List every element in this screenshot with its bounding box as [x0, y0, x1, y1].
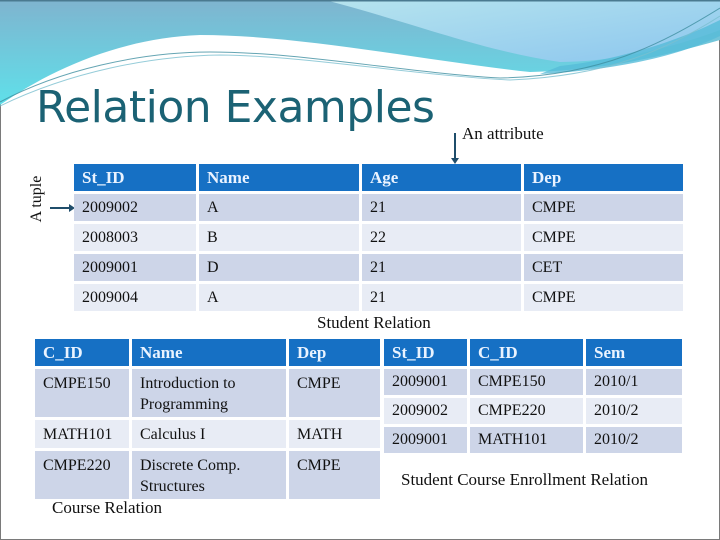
table-cell: Calculus I — [132, 420, 286, 448]
table-cell: CMPE150 — [470, 369, 583, 395]
table-header-row: St_ID Name Age Dep — [74, 164, 683, 191]
table-row: CMPE220 Discrete Comp. Structures CMPE — [35, 451, 380, 499]
enrollment-relation-table: St_ID C_ID Sem 2009001 CMPE150 2010/1 20… — [381, 336, 685, 456]
table-row: 2009001 CMPE150 2010/1 — [384, 369, 682, 395]
column-header: Sem — [586, 339, 682, 366]
table-cell: 2009001 — [384, 427, 467, 453]
table-header-row: St_ID C_ID Sem — [384, 339, 682, 366]
table-cell: D — [199, 254, 359, 281]
table-cell: CMPE — [524, 224, 683, 251]
table-cell: CMPE — [524, 194, 683, 221]
table-cell: A — [199, 194, 359, 221]
column-header: Dep — [289, 339, 380, 366]
table-cell: 2009004 — [74, 284, 196, 311]
table-row: MATH101 Calculus I MATH — [35, 420, 380, 448]
table-row: 2009001 MATH101 2010/2 — [384, 427, 682, 453]
table-cell: CET — [524, 254, 683, 281]
attribute-annotation: An attribute — [462, 124, 544, 143]
slide-title: Relation Examples — [36, 82, 435, 133]
course-relation-table: C_ID Name Dep CMPE150 Introduction to Pr… — [32, 336, 383, 502]
table-cell: 2009001 — [384, 369, 467, 395]
course-relation-caption: Course Relation — [52, 498, 163, 517]
tuple-annotation: A tuple — [28, 175, 45, 223]
table-row: 2008003 B 22 CMPE — [74, 224, 683, 251]
column-header: St_ID — [74, 164, 196, 191]
table-row: 2009001 D 21 CET — [74, 254, 683, 281]
table-cell: CMPE220 — [470, 398, 583, 424]
table-cell: 2009002 — [74, 194, 196, 221]
table-row: CMPE150 Introduction to Programming CMPE — [35, 369, 380, 417]
table-cell: CMPE220 — [35, 451, 129, 499]
attribute-arrow-icon — [451, 133, 459, 164]
table-cell: A — [199, 284, 359, 311]
table-row: 2009002 A 21 CMPE — [74, 194, 683, 221]
table-cell: CMPE — [524, 284, 683, 311]
table-cell: 2010/2 — [586, 427, 682, 453]
table-cell: CMPE150 — [35, 369, 129, 417]
table-cell: Introduction to Programming — [132, 369, 286, 417]
table-cell: 2010/2 — [586, 398, 682, 424]
table-cell: 2008003 — [74, 224, 196, 251]
column-header: St_ID — [384, 339, 467, 366]
tuple-arrow-icon — [50, 204, 75, 212]
table-cell: 21 — [362, 194, 521, 221]
table-cell: B — [199, 224, 359, 251]
student-relation-table: St_ID Name Age Dep 2009002 A 21 CMPE 200… — [71, 161, 686, 314]
column-header: Dep — [524, 164, 683, 191]
table-row: 2009002 CMPE220 2010/2 — [384, 398, 682, 424]
table-header-row: C_ID Name Dep — [35, 339, 380, 366]
table-cell: Discrete Comp. Structures — [132, 451, 286, 499]
table-cell: 21 — [362, 254, 521, 281]
table-cell: 2010/1 — [586, 369, 682, 395]
enrollment-relation-caption: Student Course Enrollment Relation — [401, 470, 648, 489]
table-row: 2009004 A 21 CMPE — [74, 284, 683, 311]
table-cell: MATH101 — [35, 420, 129, 448]
column-header: Age — [362, 164, 521, 191]
student-relation-caption: Student Relation — [317, 313, 431, 332]
table-cell: 22 — [362, 224, 521, 251]
column-header: C_ID — [35, 339, 129, 366]
table-cell: CMPE — [289, 451, 380, 499]
column-header: Name — [132, 339, 286, 366]
column-header: C_ID — [470, 339, 583, 366]
column-header: Name — [199, 164, 359, 191]
table-cell: 2009001 — [74, 254, 196, 281]
table-cell: 21 — [362, 284, 521, 311]
table-cell: 2009002 — [384, 398, 467, 424]
table-cell: MATH101 — [470, 427, 583, 453]
table-cell: MATH — [289, 420, 380, 448]
table-cell: CMPE — [289, 369, 380, 417]
